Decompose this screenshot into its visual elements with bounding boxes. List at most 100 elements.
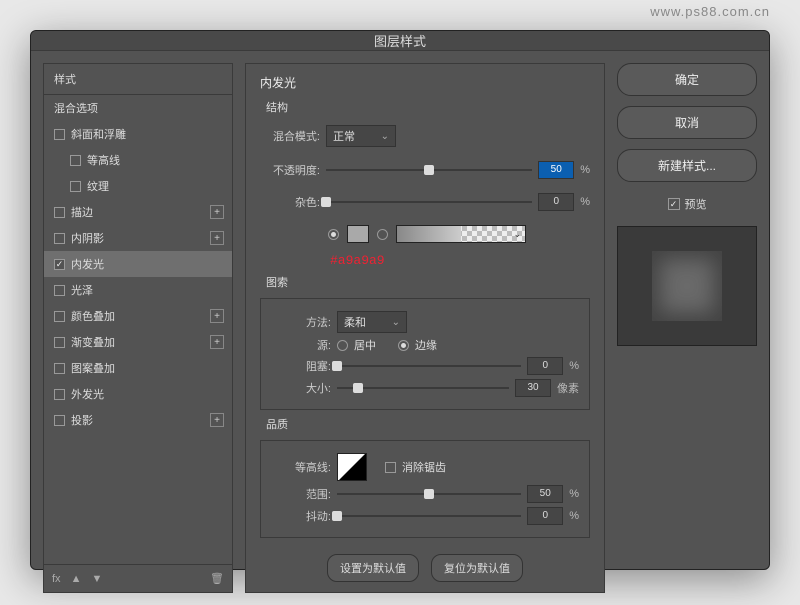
effect-item[interactable]: 外发光: [44, 381, 232, 407]
styles-footer: fx ▲ ▼ 🗑: [44, 564, 232, 592]
add-effect-icon[interactable]: +: [210, 231, 224, 245]
choke-label: 阻塞:: [271, 358, 331, 374]
jitter-label: 抖动:: [271, 508, 331, 524]
styles-panel: 样式 混合选项 斜面和浮雕等高线纹理描边 + 内阴影 + 内发光光泽颜色叠加+ 渐变叠加 +…: [43, 63, 233, 593]
structure-title: 结构: [260, 99, 590, 115]
opacity-slider[interactable]: [326, 164, 532, 176]
effect-checkbox[interactable]: [54, 285, 65, 296]
effect-checkbox[interactable]: [54, 311, 65, 322]
effect-label: 渐变叠加: [71, 334, 115, 350]
add-effect-icon[interactable]: +: [210, 413, 224, 427]
effect-checkbox[interactable]: [54, 233, 65, 244]
antialias-checkbox[interactable]: [385, 462, 396, 473]
blend-mode-label: 混合模式:: [260, 128, 320, 144]
color-annotation: #a9a9a9: [330, 253, 590, 268]
effect-checkbox[interactable]: [54, 415, 65, 426]
px-unit: 像素: [557, 380, 579, 396]
blend-mode-select[interactable]: 正常: [326, 125, 396, 147]
effect-checkbox[interactable]: [54, 363, 65, 374]
styles-header: 样式: [44, 64, 232, 95]
range-input[interactable]: 50: [527, 485, 563, 503]
effect-checkbox[interactable]: [54, 207, 65, 218]
watermark-text: www.ps88.com.cn: [650, 4, 770, 19]
blending-options[interactable]: 混合选项: [44, 95, 232, 121]
effect-checkbox[interactable]: [54, 259, 65, 270]
effect-checkbox[interactable]: [54, 389, 65, 400]
add-effect-icon[interactable]: +: [210, 309, 224, 323]
settings-panel: 内发光 结构 混合模式: 正常 不透明度: 50 % 杂色: 0 %: [245, 63, 605, 593]
effect-item[interactable]: 等高线: [44, 147, 232, 173]
size-input[interactable]: 30: [515, 379, 551, 397]
panel-title: 内发光: [260, 74, 590, 91]
add-effect-icon[interactable]: +: [210, 335, 224, 349]
trash-icon[interactable]: 🗑: [210, 572, 224, 585]
effect-item[interactable]: 颜色叠加+: [44, 303, 232, 329]
preview-label: 预览: [685, 196, 707, 212]
effect-item[interactable]: 光泽: [44, 277, 232, 303]
opacity-input[interactable]: 50: [538, 161, 574, 179]
dialog-title: 图层样式: [374, 31, 426, 50]
ok-button[interactable]: 确定: [617, 63, 757, 96]
choke-slider[interactable]: [337, 360, 521, 372]
effect-item[interactable]: 描边 +: [44, 199, 232, 225]
quality-title: 品质: [260, 416, 590, 432]
fx-menu-icon[interactable]: fx: [52, 573, 61, 585]
action-panel: 确定 取消 新建样式... 预览: [617, 63, 757, 593]
gradient-picker[interactable]: [396, 225, 526, 243]
noise-input[interactable]: 0: [538, 193, 574, 211]
preview-box: [617, 226, 757, 346]
reset-default-button[interactable]: 复位为默认值: [431, 554, 523, 582]
elements-group: 方法: 柔和 源: 居中 边缘 阻塞: 0 %: [260, 298, 590, 410]
effect-item[interactable]: 纹理: [44, 173, 232, 199]
effect-checkbox[interactable]: [54, 337, 65, 348]
contour-picker[interactable]: [337, 453, 367, 481]
add-effect-icon[interactable]: +: [210, 205, 224, 219]
effect-label: 纹理: [87, 178, 109, 194]
color-swatch[interactable]: [347, 225, 369, 243]
range-label: 范围:: [271, 486, 331, 502]
effect-label: 等高线: [87, 152, 120, 168]
effect-item[interactable]: 内阴影 +: [44, 225, 232, 251]
effect-label: 描边: [71, 204, 93, 220]
layer-style-dialog: 图层样式 样式 混合选项 斜面和浮雕等高线纹理描边+内阴影+内发光光泽颜色叠加+…: [30, 30, 770, 570]
effect-item[interactable]: 斜面和浮雕: [44, 121, 232, 147]
titlebar: 图层样式: [31, 31, 769, 51]
dialog-body: 样式 混合选项 斜面和浮雕等高线纹理描边+内阴影+内发光光泽颜色叠加+渐变叠加+…: [31, 51, 769, 605]
preview-checkbox[interactable]: [668, 198, 680, 210]
effect-checkbox[interactable]: [70, 181, 81, 192]
set-default-button[interactable]: 设置为默认值: [327, 554, 419, 582]
gradient-radio[interactable]: [377, 229, 388, 240]
effect-label: 内阴影: [71, 230, 104, 246]
jitter-slider[interactable]: [337, 510, 521, 522]
arrow-up-icon[interactable]: ▲: [71, 573, 82, 585]
effect-checkbox[interactable]: [54, 129, 65, 140]
effect-item[interactable]: 图案叠加: [44, 355, 232, 381]
range-slider[interactable]: [337, 488, 521, 500]
noise-label: 杂色:: [260, 194, 320, 210]
choke-input[interactable]: 0: [527, 357, 563, 375]
size-slider[interactable]: [337, 382, 509, 394]
source-center-radio[interactable]: [337, 340, 348, 351]
new-style-button[interactable]: 新建样式...: [617, 149, 757, 182]
percent-unit: %: [580, 164, 590, 176]
cancel-button[interactable]: 取消: [617, 106, 757, 139]
effect-label: 图案叠加: [71, 360, 115, 376]
jitter-input[interactable]: 0: [527, 507, 563, 525]
quality-group: 等高线: 消除锯齿 范围: 50 % 抖动: 0 %: [260, 440, 590, 538]
method-select[interactable]: 柔和: [337, 311, 407, 333]
size-label: 大小:: [271, 380, 331, 396]
effect-label: 斜面和浮雕: [71, 126, 126, 142]
antialias-label: 消除锯齿: [402, 459, 446, 475]
effect-item[interactable]: 投影+: [44, 407, 232, 433]
source-edge-radio[interactable]: [398, 340, 409, 351]
noise-slider[interactable]: [326, 196, 532, 208]
elements-title: 图索: [260, 274, 590, 290]
effect-item[interactable]: 内发光: [44, 251, 232, 277]
solid-color-radio[interactable]: [328, 229, 339, 240]
preview-checkbox-row[interactable]: 预览: [617, 196, 757, 212]
arrow-down-icon[interactable]: ▼: [91, 573, 102, 585]
contour-label: 等高线:: [271, 459, 331, 475]
effect-checkbox[interactable]: [70, 155, 81, 166]
effect-label: 外发光: [71, 386, 104, 402]
effect-item[interactable]: 渐变叠加 +: [44, 329, 232, 355]
